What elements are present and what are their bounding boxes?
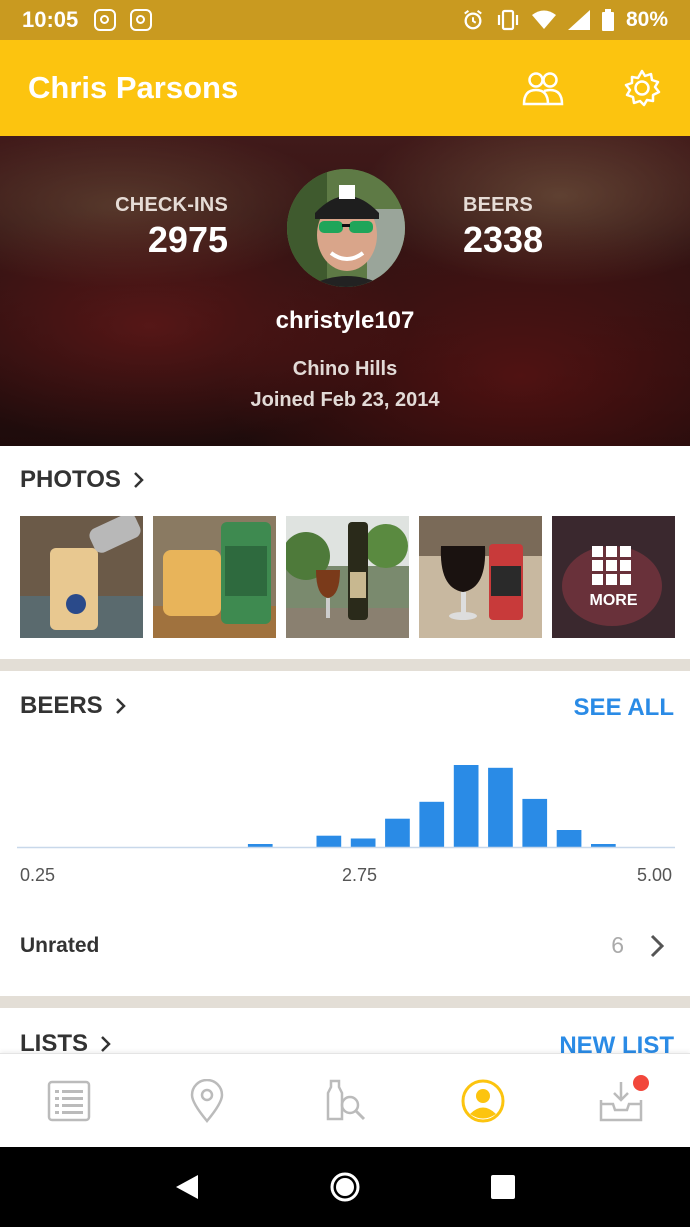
- checkins-stat[interactable]: CHECK-INS 2975: [115, 194, 228, 261]
- alarm-icon: [464, 10, 482, 30]
- profile-header: CHECK-INS 2975 BEERS 2338 christyle107 C…: [0, 136, 690, 446]
- nav-feed[interactable]: [39, 1071, 99, 1131]
- vibrate-icon: [497, 9, 519, 31]
- feed-icon: [47, 1080, 91, 1121]
- friends-icon[interactable]: [522, 70, 564, 106]
- see-all-link[interactable]: SEE ALL: [574, 694, 674, 722]
- grid-icon: [592, 546, 631, 585]
- status-time: 10:05: [22, 7, 79, 32]
- beers-label: BEERS: [463, 194, 533, 216]
- chevron-right-icon: [134, 472, 144, 488]
- back-icon[interactable]: [174, 1173, 200, 1201]
- histogram-bar: [350, 838, 376, 847]
- notification-dot: [633, 1074, 649, 1091]
- histogram-bar: [591, 844, 616, 847]
- tick-label-min: 0.25: [20, 865, 56, 885]
- checkins-count: 2975: [147, 219, 228, 260]
- photo-thumbnail[interactable]: [286, 516, 409, 638]
- photos-more[interactable]: MORE: [552, 516, 675, 638]
- battery-icon: [601, 9, 614, 31]
- histogram-bar: [316, 835, 342, 847]
- wifi-icon: [531, 10, 556, 29]
- histogram-bar: [488, 767, 513, 847]
- signal-icon: [567, 10, 590, 30]
- unrated-count: 6: [611, 932, 624, 958]
- chevron-right-icon: [101, 1036, 111, 1052]
- beers-header[interactable]: BEERS: [20, 692, 127, 720]
- histogram-bar: [453, 765, 479, 847]
- beers-count: 2338: [463, 219, 544, 260]
- recents-icon[interactable]: [490, 1174, 516, 1200]
- bottom-nav: [0, 1053, 690, 1147]
- profile-icon: [461, 1079, 505, 1122]
- nav-location[interactable]: [177, 1071, 237, 1131]
- nav-beer-search[interactable]: [315, 1071, 375, 1131]
- rating-distribution-chart: [17, 765, 675, 849]
- checkins-label: CHECK-INS: [115, 194, 228, 216]
- histogram-bar: [522, 798, 548, 847]
- photo-thumbnail[interactable]: [153, 516, 276, 638]
- histogram-bar: [556, 830, 582, 847]
- chevron-right-icon: [115, 698, 126, 714]
- app-bar: Chris Parsons: [0, 40, 690, 136]
- status-bar: 10:05 80%: [0, 0, 690, 40]
- joined-date: Joined Feb 23, 2014: [250, 389, 440, 411]
- username: christyle107: [275, 307, 415, 334]
- section-divider: [0, 996, 690, 1008]
- unrated-label[interactable]: Unrated: [20, 934, 99, 958]
- beers-stat[interactable]: BEERS 2338: [463, 194, 543, 261]
- beers-title: BEERS: [20, 692, 103, 719]
- tick-label-mid: 2.75: [342, 865, 378, 885]
- histogram-bar: [385, 818, 410, 847]
- nav-profile[interactable]: [453, 1071, 513, 1131]
- location-icon: [190, 1078, 224, 1123]
- settings-icon[interactable]: [622, 68, 662, 108]
- location: Chino Hills: [292, 358, 398, 380]
- photos-row: MORE: [20, 516, 675, 638]
- beer-search-icon: [326, 1079, 366, 1120]
- page-title: Chris Parsons: [28, 70, 239, 105]
- photos-title: PHOTOS: [20, 466, 121, 493]
- section-divider: [0, 659, 690, 671]
- battery-percent: 80%: [625, 8, 668, 31]
- home-icon[interactable]: [329, 1171, 361, 1203]
- histogram-bar: [419, 801, 445, 847]
- nav-inbox[interactable]: [591, 1071, 651, 1131]
- photo-thumbnail[interactable]: [20, 516, 143, 638]
- system-nav-bar: [0, 1147, 690, 1227]
- instagram-icon: [130, 9, 153, 31]
- histogram-bar: [247, 844, 273, 847]
- instagram-icon: [94, 9, 117, 31]
- tick-label-max: 5.00: [636, 865, 672, 885]
- avatar[interactable]: [287, 169, 405, 287]
- chevron-right-icon[interactable]: [650, 934, 664, 958]
- photo-thumbnail[interactable]: [419, 516, 542, 638]
- more-label: MORE: [589, 592, 638, 609]
- photos-header[interactable]: PHOTOS: [20, 466, 145, 494]
